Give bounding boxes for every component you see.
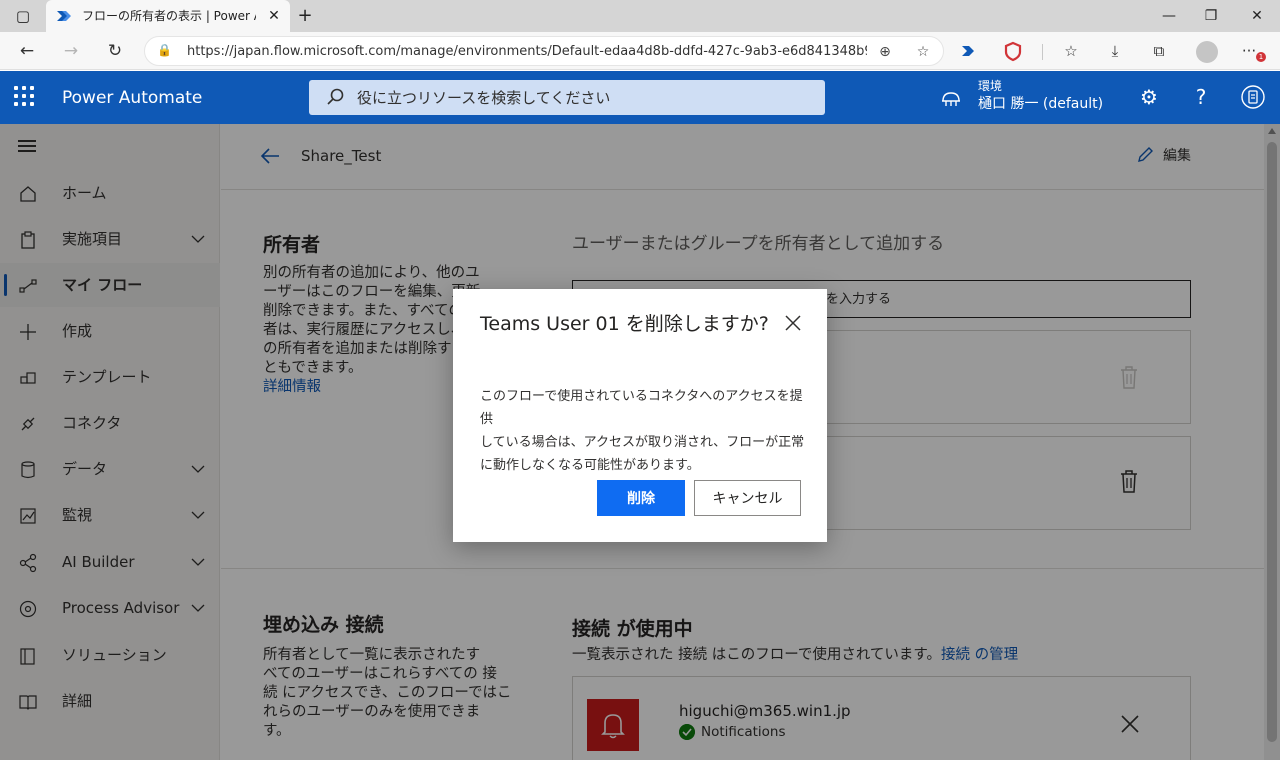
restore-icon[interactable]: ❐ [1198,4,1224,28]
notification-badge: 1 [1256,52,1266,62]
dialog-close-icon[interactable] [783,313,803,333]
browser-tab[interactable]: フローの所有者の表示 | Power Automate ✕ [46,0,290,32]
favorites-icon[interactable]: ☆ [1058,38,1084,64]
new-tab-icon[interactable]: + [294,5,316,27]
zoom-icon[interactable]: ⊕ [875,42,895,62]
environment-name[interactable]: 樋口 勝一 (default) [978,95,1103,113]
browser-toolbar: ← → ↻ 🔒 https://japan.flow.microsoft.com… [0,32,1280,70]
cancel-button[interactable]: キャンセル [694,480,801,516]
forward-icon[interactable]: → [58,38,84,64]
search-box[interactable]: 役に立つリソースを検索してください [309,80,825,115]
tab-actions-icon[interactable]: ▢ [12,6,34,26]
environment-icon[interactable] [940,88,962,108]
refresh-icon[interactable]: ↻ [102,38,128,64]
lock-icon: 🔒 [157,43,172,57]
remove-owner-dialog: Teams User 01 を削除しますか? このフローで使用されているコネクタ… [453,289,827,542]
window-close-icon[interactable]: ✕ [1244,4,1270,28]
search-input[interactable]: 役に立つリソースを検索してください [357,88,797,108]
address-bar[interactable]: 🔒 https://japan.flow.microsoft.com/manag… [144,36,944,66]
power-automate-favicon-icon [57,11,71,21]
app-header: Power Automate 役に立つリソースを検索してください 環境 樋口 勝… [0,71,1280,124]
dialog-title: Teams User 01 を削除しますか? [480,313,769,335]
back-icon[interactable]: ← [14,38,40,64]
tab-close-icon[interactable]: ✕ [264,6,284,26]
dialog-message-line: このフローで使用されているコネクタへのアクセスを提供 [480,389,803,427]
account-badge-icon[interactable] [1240,84,1266,110]
url-text: https://japan.flow.microsoft.com/manage/… [187,44,867,59]
app-brand[interactable]: Power Automate [62,87,202,109]
add-favorite-icon[interactable]: ☆ [913,42,933,62]
dialog-message-line: している場合は、アクセスが取り消され、フローが正常 [480,435,805,450]
delete-button[interactable]: 削除 [597,480,685,516]
settings-gear-icon[interactable]: ⚙ [1136,84,1162,110]
toolbar-separator [1042,44,1043,60]
environment-label: 環境 [978,79,1003,93]
app-launcher-icon[interactable] [14,86,36,108]
browser-tab-strip: ▢ フローの所有者の表示 | Power Automate ✕ + — ❐ ✕ [0,0,1280,32]
search-icon [327,88,344,105]
dialog-message-line: に動作しなくなる可能性があります。 [480,458,700,473]
help-icon[interactable]: ? [1188,84,1214,110]
profile-avatar[interactable] [1196,41,1218,63]
tab-title: フローの所有者の表示 | Power Automate [82,9,256,23]
dialog-message: このフローで使用されているコネクタへのアクセスを提供 している場合は、アクセスが… [480,385,805,477]
collections-icon[interactable]: ⧉ [1146,38,1172,64]
power-automate-extension-icon[interactable] [956,38,982,64]
downloads-icon[interactable]: ⤓ [1102,38,1128,64]
shield-extension-icon[interactable] [1000,38,1026,64]
minimize-icon[interactable]: — [1156,4,1182,28]
